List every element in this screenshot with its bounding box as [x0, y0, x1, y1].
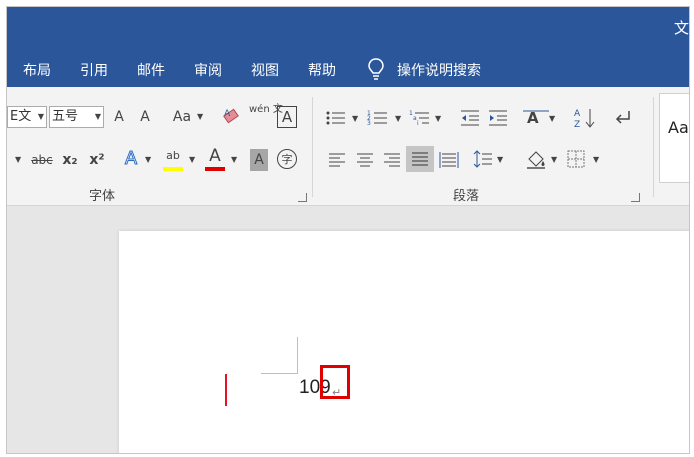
chevron-down-icon: ▼	[94, 112, 101, 121]
decrease-indent-icon[interactable]	[459, 109, 481, 127]
styles-gallery[interactable]: Aa	[659, 93, 689, 183]
paragraph-group-label: 段落	[453, 189, 480, 204]
svg-text:A: A	[527, 109, 539, 127]
tell-me-search[interactable]: 操作说明搜索	[397, 60, 481, 80]
svg-text:Z: Z	[574, 120, 580, 129]
document-area: 109 ↵	[7, 206, 689, 453]
font-name-value: E文	[10, 109, 32, 124]
grow-font-button[interactable]: A	[109, 106, 129, 128]
window-title: 文	[673, 19, 689, 37]
tab-view[interactable]: 视图	[251, 60, 279, 80]
numbering-icon[interactable]: 1 2 3	[367, 109, 393, 127]
justify-icon	[412, 152, 428, 166]
superscript-button[interactable]: x²	[88, 149, 106, 171]
ribbon-tab-bar: 布局 引用 邮件 审阅 视图 帮助 操作说明搜索	[7, 51, 689, 87]
ribbon: E文 ▼ 五号 ▼ A A Aa ▼ A wén 文 A ▼ 1 2 3 ▼ 1…	[7, 87, 689, 206]
character-shading-button[interactable]: A	[250, 149, 268, 171]
change-case-button[interactable]: Aa	[170, 106, 194, 128]
tab-mailings[interactable]: 邮件	[137, 60, 165, 80]
font-size-combo[interactable]: 五号 ▼	[49, 106, 104, 128]
chevron-down-icon[interactable]: ▼	[231, 149, 237, 171]
group-separator	[653, 97, 654, 197]
style-sample: Aa	[668, 118, 689, 137]
word-window: 文 布局 引用 邮件 审阅 视图 帮助 操作说明搜索 E文 ▼ 五号 ▼ A A…	[6, 6, 690, 454]
font-size-value: 五号	[52, 109, 79, 124]
character-border-button[interactable]: A	[277, 106, 297, 128]
highlight-box	[320, 365, 350, 399]
paragraph-dialog-launcher-icon[interactable]	[631, 193, 640, 202]
chevron-down-icon[interactable]: ▼	[189, 149, 195, 171]
chevron-down-icon[interactable]: ▼	[352, 108, 358, 130]
tab-review[interactable]: 审阅	[194, 60, 222, 80]
font-group-label: 字体	[89, 189, 116, 204]
eraser-icon[interactable]: A	[221, 108, 241, 126]
group-separator	[312, 97, 313, 197]
tab-layout[interactable]: 布局	[23, 60, 51, 80]
sort-icon[interactable]: A Z	[573, 107, 597, 129]
align-right-icon[interactable]	[384, 153, 400, 167]
strikethrough-button[interactable]: abc	[29, 149, 55, 171]
chevron-down-icon[interactable]: ▼	[497, 149, 503, 171]
chevron-down-icon: ▼	[37, 112, 44, 121]
enclose-characters-button[interactable]: 字	[277, 149, 297, 169]
align-left-icon[interactable]	[329, 153, 345, 167]
increase-indent-icon[interactable]	[487, 109, 509, 127]
shrink-font-button[interactable]: A	[135, 106, 155, 128]
chevron-down-icon[interactable]: ▼	[145, 149, 151, 171]
paint-bucket-icon[interactable]	[525, 149, 547, 169]
chevron-down-icon[interactable]: ▼	[15, 149, 21, 171]
chevron-down-icon[interactable]: ▼	[435, 108, 441, 130]
margin-corner-mark	[261, 337, 298, 374]
highlight-color-swatch	[163, 167, 183, 171]
change-bar	[225, 374, 227, 406]
document-page[interactable]: 109 ↵	[119, 231, 689, 453]
phonetic-guide-button[interactable]: wén 文	[249, 104, 283, 130]
borders-icon[interactable]	[567, 150, 585, 168]
align-center-icon[interactable]	[357, 153, 373, 167]
font-name-combo[interactable]: E文 ▼	[7, 106, 47, 128]
bullets-icon[interactable]	[325, 109, 351, 127]
font-color-swatch	[205, 167, 225, 171]
text-direction-icon[interactable]: A	[523, 107, 549, 127]
show-hide-marks-icon[interactable]	[613, 109, 633, 127]
chevron-down-icon[interactable]: ▼	[197, 106, 203, 128]
svg-text:A: A	[224, 109, 231, 119]
chevron-down-icon[interactable]: ▼	[593, 149, 599, 171]
distributed-icon[interactable]	[439, 150, 459, 170]
chevron-down-icon[interactable]: ▼	[549, 108, 555, 130]
subscript-button[interactable]: x₂	[61, 149, 79, 171]
line-spacing-icon[interactable]	[473, 149, 493, 169]
lightbulb-icon[interactable]	[367, 57, 385, 81]
title-bar: 文	[7, 7, 689, 51]
justify-button[interactable]	[406, 146, 434, 172]
svg-text:3: 3	[367, 120, 371, 127]
chevron-down-icon[interactable]: ▼	[395, 108, 401, 130]
tab-references[interactable]: 引用	[80, 60, 108, 80]
chevron-down-icon[interactable]: ▼	[551, 149, 557, 171]
svg-text:A: A	[574, 109, 581, 119]
multilevel-list-icon[interactable]: 1 a i	[409, 109, 435, 127]
tab-help[interactable]: 帮助	[308, 60, 336, 80]
highlight-button[interactable]: ab	[163, 145, 183, 167]
font-dialog-launcher-icon[interactable]	[298, 193, 307, 202]
svg-text:i: i	[417, 120, 419, 127]
font-color-button[interactable]: A	[205, 145, 225, 167]
text-effects-button[interactable]: A	[122, 148, 140, 170]
